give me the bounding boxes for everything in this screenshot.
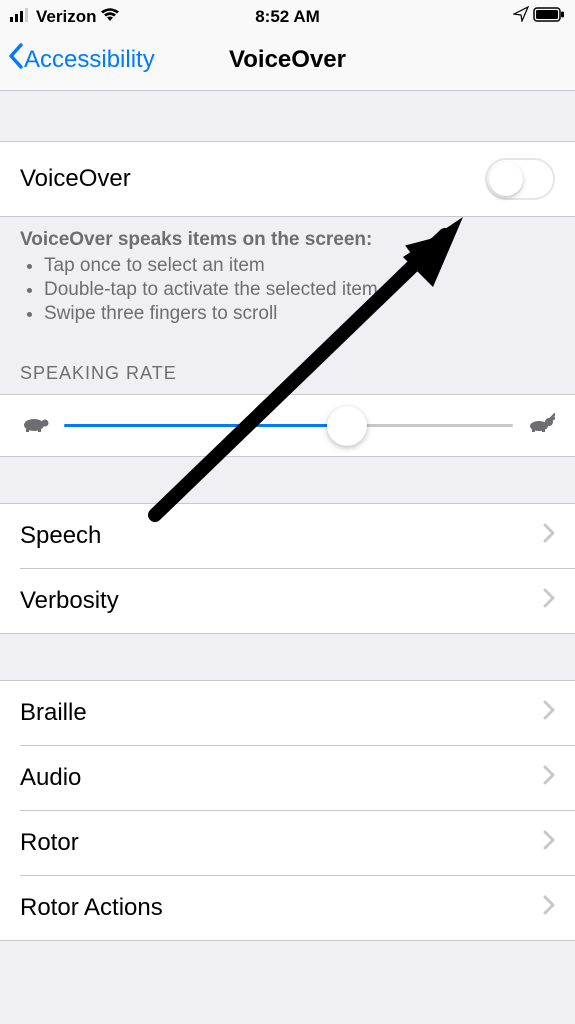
voiceover-switch[interactable] (485, 158, 555, 200)
audio-row[interactable]: Audio (20, 745, 575, 810)
battery-icon (533, 7, 565, 27)
carrier-label: Verizon (36, 7, 96, 27)
chevron-right-icon (543, 764, 555, 792)
settings-group-2: Braille Audio Rotor Rotor Actions (0, 680, 575, 941)
chevron-right-icon (543, 894, 555, 922)
status-bar: Verizon 8:52 AM (0, 0, 575, 31)
row-label: Speech (20, 522, 101, 550)
back-button[interactable]: Accessibility (8, 43, 155, 76)
chevron-left-icon (8, 43, 24, 76)
row-label: Rotor (20, 829, 79, 857)
rotor-actions-row[interactable]: Rotor Actions (20, 875, 575, 940)
settings-group-1: Speech Verbosity (0, 503, 575, 634)
speaking-rate-header: Speaking Rate (0, 333, 575, 394)
speech-row[interactable]: Speech (0, 504, 575, 568)
voiceover-tip: Swipe three fingers to scroll (44, 303, 555, 325)
turtle-icon (20, 413, 50, 438)
voiceover-description: VoiceOver speaks items on the screen: Ta… (0, 217, 575, 333)
nav-bar: Accessibility VoiceOver (0, 31, 575, 91)
chevron-right-icon (543, 522, 555, 550)
row-label: Braille (20, 699, 87, 727)
signal-icon (10, 7, 32, 27)
location-icon (513, 6, 529, 27)
speaking-rate-cell (0, 394, 575, 457)
braille-row[interactable]: Braille (0, 681, 575, 745)
row-label: Rotor Actions (20, 894, 163, 922)
voiceover-toggle-cell: VoiceOver (0, 141, 575, 217)
page-title: VoiceOver (229, 46, 346, 74)
wifi-icon (100, 7, 120, 27)
voiceover-tip: Double-tap to activate the selected item (44, 279, 555, 301)
back-label: Accessibility (24, 46, 155, 74)
voiceover-description-heading: VoiceOver speaks items on the screen: (20, 229, 555, 251)
voiceover-tip: Tap once to select an item (44, 255, 555, 277)
chevron-right-icon (543, 829, 555, 857)
chevron-right-icon (543, 587, 555, 615)
verbosity-row[interactable]: Verbosity (20, 568, 575, 633)
rotor-row[interactable]: Rotor (20, 810, 575, 875)
rabbit-icon (527, 413, 555, 438)
chevron-right-icon (543, 699, 555, 727)
speaking-rate-slider[interactable] (64, 424, 513, 427)
clock: 8:52 AM (195, 7, 380, 27)
voiceover-toggle-label: VoiceOver (20, 165, 131, 193)
row-label: Audio (20, 764, 81, 792)
row-label: Verbosity (20, 587, 119, 615)
